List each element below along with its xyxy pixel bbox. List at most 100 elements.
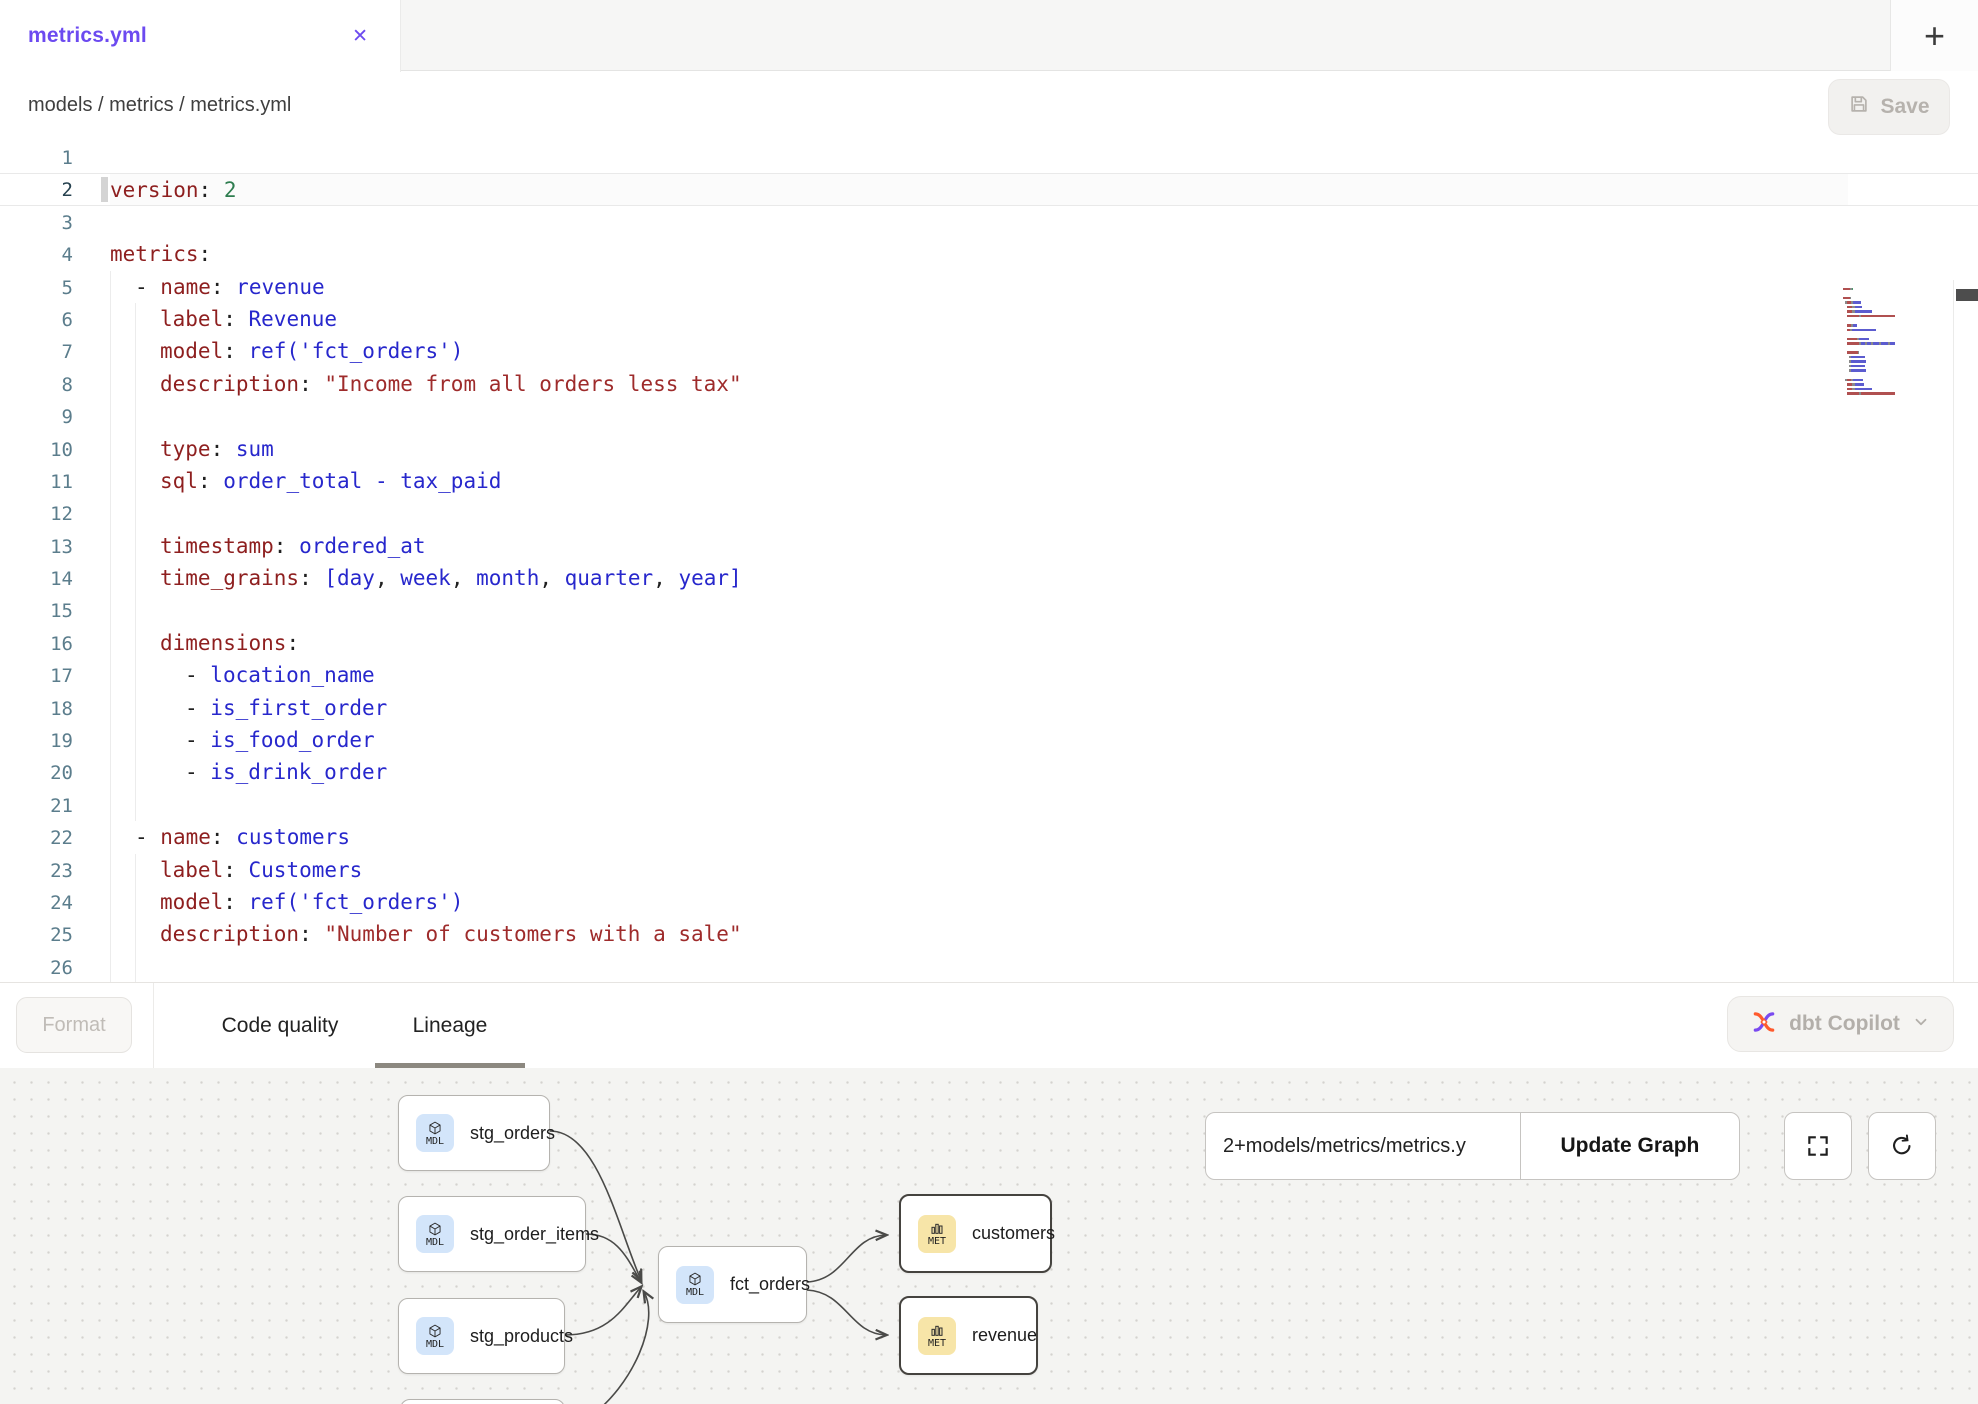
code-line[interactable]: time_grains: [day, week, month, quarter,… [110,562,1848,594]
plus-icon[interactable]: + [1924,18,1945,54]
line-number: 18 [0,693,85,725]
indent-guide [110,594,135,626]
lineage-node-stg_products[interactable]: MDLstg_products [398,1298,565,1374]
indent-guide [135,594,160,626]
tab-title: metrics.yml [28,24,147,48]
lineage-node-stg_order_items[interactable]: MDLstg_order_items [398,1196,586,1272]
indent-space [160,756,185,788]
indent-guide [135,659,160,691]
indent-guide [110,303,135,335]
code-text: metrics: [110,238,211,270]
dbt-copilot-button[interactable]: dbt Copilot [1727,996,1954,1052]
code-text: description: "Number of customers with a… [160,918,742,950]
fullscreen-button[interactable] [1784,1112,1852,1180]
indent-guide [135,886,160,918]
code-line[interactable]: version: 2 [110,173,1848,205]
code-line[interactable]: - is_drink_order [110,756,1848,788]
code-line[interactable] [110,206,1848,238]
lineage-node-partial[interactable] [400,1399,565,1404]
code-line[interactable] [110,789,1848,821]
line-number: 9 [0,401,85,433]
save-floppy-icon [1848,93,1870,121]
minimap[interactable] [1843,283,1938,408]
indent-guide [110,433,135,465]
line-number: 7 [0,336,85,368]
tab-metrics-yml[interactable]: metrics.yml ✕ [0,0,401,72]
update-graph-button[interactable]: Update Graph [1520,1113,1739,1179]
indent-guide [135,918,160,950]
indent-guide [135,303,160,335]
tab-lineage[interactable]: Lineage [390,983,510,1069]
format-button[interactable]: Format [16,997,132,1053]
code-text: model: ref('fct_orders') [160,886,463,918]
code-line[interactable]: metrics: [110,238,1848,270]
indent-guide [110,951,135,982]
minimap-line [1843,297,1851,300]
code-line[interactable] [110,497,1848,529]
code-line[interactable]: type: sum [110,433,1848,465]
lineage-node-customers[interactable]: METcustomers [899,1194,1052,1273]
code-line[interactable]: dimensions: [110,627,1848,659]
save-label: Save [1880,95,1929,119]
lineage-canvas[interactable]: MDLstg_ordersMDLstg_order_itemsMDLstg_pr… [0,1068,1978,1404]
line-number: 6 [0,304,85,336]
indent-guide [110,854,135,886]
code-line[interactable]: - is_food_order [110,724,1848,756]
code-line[interactable]: timestamp: ordered_at [110,530,1848,562]
model-badge-icon: MDL [676,1266,714,1304]
code-editor[interactable]: 1234567891011121314151617181920212223242… [0,140,1978,982]
minimap-line [1843,360,1866,363]
fullscreen-icon [1805,1133,1831,1159]
refresh-button[interactable] [1868,1112,1936,1180]
code-line[interactable]: - name: customers [110,821,1848,853]
indent-guide [110,821,135,853]
code-text: type: sum [160,433,274,465]
code-line[interactable]: - location_name [110,659,1848,691]
indent-guide [110,271,135,303]
line-number: 17 [0,660,85,692]
panel-divider [153,983,154,1069]
code-line[interactable]: description: "Income from all orders les… [110,368,1848,400]
minimap-line [1843,310,1872,313]
indent-guide [110,497,135,529]
code-line[interactable]: label: Customers [110,854,1848,886]
lineage-node-stg_orders[interactable]: MDLstg_orders [398,1095,550,1171]
indent-guide [135,951,160,982]
lineage-filter-input[interactable] [1206,1113,1520,1179]
indent-guide [110,465,135,497]
save-button[interactable]: Save [1828,79,1950,135]
code-text: - location_name [185,659,375,691]
code-line[interactable]: description: "Number of customers with a… [110,918,1848,950]
scrollbar-thumb[interactable] [1956,289,1978,301]
lineage-node-fct_orders[interactable]: MDLfct_orders [658,1246,807,1323]
code-line[interactable]: - is_first_order [110,692,1848,724]
code-line[interactable] [110,951,1848,982]
code-line[interactable] [110,400,1848,432]
code-area[interactable]: version: 2metrics:- name: revenuelabel: … [110,142,1848,982]
text-cursor [101,177,108,201]
code-line[interactable] [110,594,1848,626]
code-line[interactable]: sql: order_total - tax_paid [110,465,1848,497]
code-text: description: "Income from all orders les… [160,368,742,400]
code-line[interactable]: label: Revenue [110,303,1848,335]
code-line[interactable]: model: ref('fct_orders') [110,886,1848,918]
tab-code-quality[interactable]: Code quality [200,983,360,1069]
node-label: revenue [972,1325,1037,1346]
indent-guide [135,756,160,788]
close-icon[interactable]: ✕ [348,23,372,50]
code-line[interactable]: model: ref('fct_orders') [110,335,1848,367]
node-label: stg_products [470,1326,573,1347]
lineage-node-revenue[interactable]: METrevenue [899,1296,1038,1375]
minimap-line [1843,365,1865,368]
tab-strip-empty [401,0,1890,70]
minimap-line [1843,306,1862,309]
code-line[interactable] [110,142,1848,174]
code-line[interactable]: - name: revenue [110,271,1848,303]
line-number: 23 [0,855,85,887]
node-label: stg_order_items [470,1224,599,1245]
code-text: time_grains: [day, week, month, quarter,… [160,562,742,594]
refresh-icon [1888,1132,1916,1160]
indent-guide [110,886,135,918]
indent-space [160,692,185,724]
tab-strip: metrics.yml ✕ + [0,0,1978,71]
